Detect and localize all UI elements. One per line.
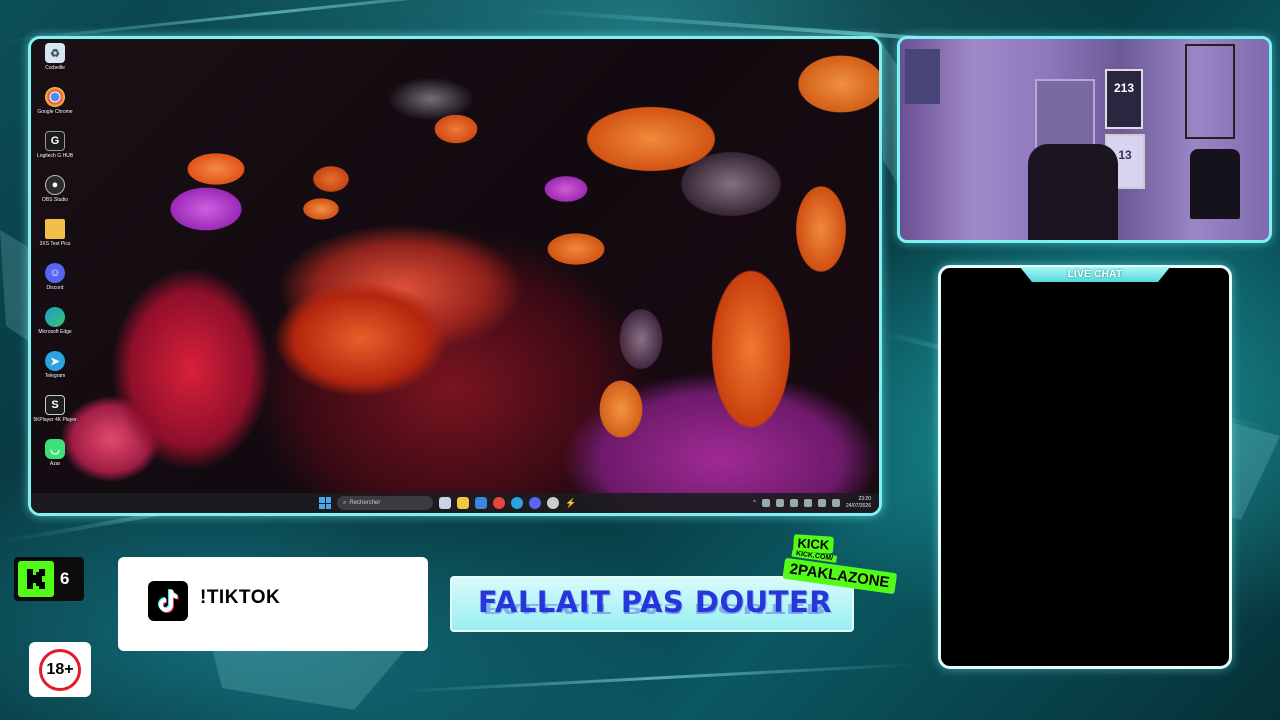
hanging-shirt [1190,149,1240,219]
poster-number: 213 [1113,81,1135,95]
wall-poster [905,49,940,104]
desktop-icon-5kplayer[interactable]: S 5KPlayer 4K Player [33,395,77,438]
desktop-icon-folder[interactable]: 3XS Test Pics [33,219,77,262]
desktop-icon-azar[interactable]: ◡ Azar [33,439,77,482]
desktop-icon-label: 3XS Test Pics [39,241,71,247]
desktop-icon-label: Discord [46,285,64,291]
desktop-icon-label: OBS Studio [41,197,69,203]
live-chat-title: LIVE CHAT [1067,269,1123,280]
discord-icon[interactable] [529,497,541,509]
obs-icon[interactable] [547,497,559,509]
gaming-chair [1028,144,1118,240]
screen-capture-frame: ♻ Corbeille Google Chrome G Logitech G H… [28,36,882,516]
tiktok-command-text: !TIKTOK [200,587,281,608]
folder-icon [45,219,65,239]
kick-viewer-badge: 6 [14,557,84,601]
light-streak [399,662,920,693]
taskbar-search-box[interactable]: ⌕ Rechercher [337,496,433,510]
tray-app-icon[interactable] [761,499,770,507]
clock-time: 23:20 [858,496,871,502]
desktop-icon-discord[interactable]: ☺ Discord [33,263,77,306]
desktop-icon-label: Microsoft Edge [38,329,72,335]
desktop-icon-edge[interactable]: Microsoft Edge [33,307,77,350]
file-explorer-icon[interactable] [457,497,469,509]
clock-date: 24/07/2026 [845,503,871,509]
taskbar-clock[interactable]: 23:20 24/07/2026 [846,496,871,510]
desktop-wallpaper [31,39,879,513]
desktop-icon-column: ♻ Corbeille Google Chrome G Logitech G H… [33,43,77,483]
widgets-icon[interactable] [439,497,451,509]
wall-shelf [1185,44,1235,139]
obs-icon: ● [45,175,65,195]
system-tray: ^ 23:20 24/07/2026 [753,496,871,510]
volume-icon[interactable] [831,499,840,507]
discord-icon: ☺ [45,263,65,283]
search-icon: ⌕ [343,499,347,506]
windows-start-icon[interactable] [319,497,331,509]
taskbar-center: ⌕ Rechercher ⚡ [319,496,577,510]
desktop-icon-label: 5KPlayer 4K Player [33,417,77,423]
tiktok-command-panel: !TIKTOK [118,557,428,651]
age-rating-badge: 18+ [29,642,91,697]
recycle-bin-icon: ♻ [45,43,65,63]
tray-app-icon[interactable] [775,499,784,507]
desktop-icon-chrome[interactable]: Google Chrome [33,87,77,130]
jersey-number: 13 [1118,148,1132,162]
desktop-icon-recycle-bin[interactable]: ♻ Corbeille [33,43,77,86]
edge-icon [45,307,65,327]
live-chat-panel: LIVE CHAT [938,265,1232,669]
record-icon[interactable]: ⚡ [565,497,577,509]
banner-title-reflection: FALLAIT PAS DOUTER [482,600,828,616]
chrome-icon [45,87,65,107]
kick-logo-icon [18,561,54,597]
framed-poster: 213 [1105,69,1143,129]
chrome-icon[interactable] [493,497,505,509]
desktop-icon-label: Google Chrome [37,109,73,115]
desktop-icon-label: Corbeille [45,65,65,71]
microphone-icon[interactable] [803,499,812,507]
taskbar-search-placeholder: Rechercher [349,500,381,506]
network-icon[interactable] [817,499,826,507]
windows-taskbar: ⌕ Rechercher ⚡ ^ 23:20 24/07/2026 [31,493,879,513]
desktop-icon-label: Azar [49,461,61,467]
logitech-icon: G [45,131,65,151]
player-icon: S [45,395,65,415]
chevron-up-icon[interactable]: ^ [753,500,756,506]
age-rating-circle: 18+ [39,648,81,691]
tiktok-icon [148,581,188,621]
azar-icon: ◡ [45,439,65,459]
webcam-feed: 213 13 [897,36,1272,243]
kick-promo-channel: 2PAKLAZONE [782,557,897,595]
telegram-icon: ➤ [45,351,65,371]
desktop-icon-label: Logitech G HUB [36,153,74,159]
desktop-icon-logitech[interactable]: G Logitech G HUB [33,131,77,174]
live-chat-header: LIVE CHAT [1020,267,1170,282]
telegram-icon[interactable] [511,497,523,509]
desktop-icon-telegram[interactable]: ➤ Telegram [33,351,77,394]
age-rating-label: 18+ [46,660,74,678]
kick-viewer-count: 6 [60,569,70,588]
tray-app-icon[interactable] [789,499,798,507]
desktop-icon-obs[interactable]: ● OBS Studio [33,175,77,218]
mail-icon[interactable] [475,497,487,509]
desktop-icon-label: Telegram [44,373,66,379]
